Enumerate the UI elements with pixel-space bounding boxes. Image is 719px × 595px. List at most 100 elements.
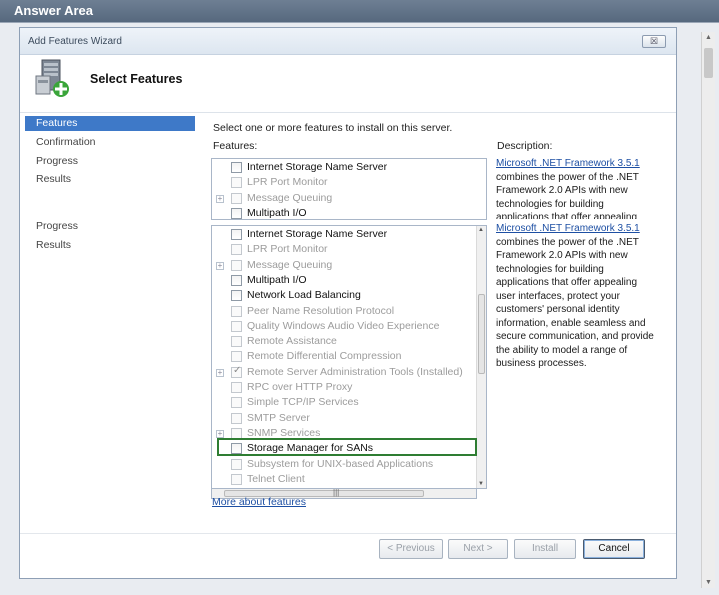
answer-area-title: Answer Area xyxy=(0,0,719,22)
features-list-preview[interactable]: Multipath I/O + Message Queuing LPR Port Mo… xyxy=(211,158,487,220)
feature-label: Remote Differential Compression xyxy=(247,350,402,363)
page-scroll-up-icon[interactable]: ▲ xyxy=(705,34,712,41)
feature-row[interactable]: Remote Differential Compression xyxy=(212,350,480,365)
feature-row[interactable]: Peer Name Resolution Protocol xyxy=(212,305,480,320)
feature-label: Simple TCP/IP Services xyxy=(247,396,359,409)
expand-icon[interactable]: + xyxy=(216,368,224,377)
feature-checkbox xyxy=(231,473,242,485)
feature-label: Multipath I/O xyxy=(247,273,307,286)
feature-label: Remote Assistance xyxy=(247,335,337,348)
description-preview: Microsoft .NET Framework 3.5.1 combines … xyxy=(496,157,654,219)
feature-checkbox[interactable] xyxy=(231,290,242,302)
wizard-titlebar: Add Features Wizard ☒ xyxy=(20,28,676,55)
feature-label: RPC over HTTP Proxy xyxy=(247,381,353,393)
feature-row[interactable]: Quality Windows Audio Video Experience xyxy=(212,320,480,335)
nav-item-results-2[interactable]: Results xyxy=(25,238,195,253)
close-button[interactable]: ☒ xyxy=(642,35,666,48)
window-title: Add Features Wizard xyxy=(28,36,122,47)
feature-row[interactable]: SMTP Server xyxy=(212,412,480,427)
feature-row[interactable]: Internet Storage Name Server xyxy=(212,161,480,176)
header-divider xyxy=(20,112,676,113)
footer-divider xyxy=(20,533,676,534)
feature-label: Network Load Balancing xyxy=(247,289,361,302)
feature-row[interactable]: Telnet Client xyxy=(212,473,480,488)
selected-feature-highlight xyxy=(217,438,477,456)
feature-checkbox xyxy=(231,192,242,204)
feature-label: Quality Windows Audio Video Experience xyxy=(247,319,440,332)
feature-row[interactable]: Subsystem for UNIX-based Applications xyxy=(212,458,480,473)
expand-icon[interactable]: + xyxy=(216,194,224,203)
nav-item-confirmation[interactable]: Confirmation xyxy=(25,135,195,150)
description-link[interactable]: Microsoft .NET Framework 3.5.1 xyxy=(496,223,640,234)
feature-label: Telnet Client xyxy=(247,472,305,485)
more-about-features-link[interactable]: More about features xyxy=(212,496,306,508)
feature-row[interactable]: + Message Queuing xyxy=(212,192,480,207)
features-vertical-scrollbar[interactable]: ▲ ▼ xyxy=(476,226,486,488)
vertical-scroll-thumb[interactable] xyxy=(478,294,485,374)
description-link[interactable]: Microsoft .NET Framework 3.5.1 xyxy=(496,158,640,169)
feature-label: Internet Storage Name Server xyxy=(247,161,388,173)
feature-checkbox xyxy=(231,259,242,271)
feature-checkbox xyxy=(231,351,242,363)
nav-item-results[interactable]: Results xyxy=(25,172,195,187)
feature-checkbox[interactable] xyxy=(231,162,242,173)
feature-checkbox xyxy=(231,458,242,470)
description-panel: Microsoft .NET Framework 3.5.1 combines … xyxy=(496,222,654,372)
feature-checkbox xyxy=(231,365,242,378)
feature-label: Subsystem for UNIX-based Applications xyxy=(247,457,434,470)
feature-checkbox xyxy=(231,305,242,317)
feature-row[interactable]: LPR Port Monitor xyxy=(212,176,480,191)
nav-item-progress-2[interactable]: Progress xyxy=(25,219,195,234)
page-scroll-thumb[interactable] xyxy=(704,48,713,78)
feature-label: LPR Port Monitor xyxy=(247,176,328,189)
feature-checkbox xyxy=(231,320,242,332)
feature-row[interactable]: Internet Storage Name Server xyxy=(212,228,480,243)
feature-label: LPR Port Monitor xyxy=(247,243,328,256)
wizard-header: Select Features xyxy=(20,55,676,112)
nav-item-features[interactable]: Features xyxy=(25,116,195,131)
feature-label: Message Queuing xyxy=(247,191,333,204)
wizard-steps-nav: Features Confirmation Progress Results P… xyxy=(25,114,195,514)
feature-row[interactable]: LPR Port Monitor xyxy=(212,243,480,258)
feature-label: Peer Name Resolution Protocol xyxy=(247,304,395,317)
feature-checkbox[interactable] xyxy=(231,274,242,286)
feature-label: Internet Storage Name Server xyxy=(247,228,388,240)
scroll-up-arrow-icon[interactable]: ▲ xyxy=(478,227,484,233)
feature-row[interactable]: Network Load Balancing xyxy=(212,289,480,304)
scroll-down-arrow-icon[interactable]: ▼ xyxy=(478,481,484,487)
feature-label: Message Queuing xyxy=(247,258,333,271)
page-vertical-scrollbar[interactable]: ▲ ▼ xyxy=(701,32,715,588)
nav-item-progress[interactable]: Progress xyxy=(25,154,195,169)
feature-checkbox[interactable] xyxy=(231,207,242,219)
feature-label: SMTP Server xyxy=(247,411,310,424)
feature-row[interactable]: Remote Assistance xyxy=(212,335,480,350)
feature-row[interactable]: + Message Queuing xyxy=(212,259,480,274)
next-button[interactable]: Next > xyxy=(448,539,508,559)
previous-button[interactable]: < Previous xyxy=(379,539,443,559)
feature-label: Remote Server Administration Tools (Inst… xyxy=(247,365,463,378)
description-text: combines the power of the .NET Framework… xyxy=(496,236,654,370)
expand-icon[interactable]: + xyxy=(216,261,224,270)
feature-label: Multipath I/O xyxy=(247,206,307,219)
feature-row[interactable]: RPC over HTTP Proxy xyxy=(212,381,480,396)
feature-row[interactable]: + Remote Server Administration Tools (Ins… xyxy=(212,365,480,381)
add-features-wizard-window: Add Features Wizard ☒ Select Features Fe… xyxy=(19,27,677,579)
feature-checkbox xyxy=(231,244,242,256)
feature-row[interactable]: Simple TCP/IP Services xyxy=(212,396,480,411)
feature-checkbox[interactable] xyxy=(231,229,242,240)
feature-row[interactable]: Multipath I/O xyxy=(212,206,480,219)
page-scroll-down-icon[interactable]: ▼ xyxy=(705,579,712,586)
description-text: combines the power of the .NET Framework… xyxy=(496,171,639,220)
server-features-icon xyxy=(35,59,69,97)
feature-checkbox xyxy=(231,177,242,189)
feature-checkbox xyxy=(231,412,242,424)
cancel-button[interactable]: Cancel xyxy=(583,539,645,559)
expand-icon[interactable]: + xyxy=(216,429,224,438)
instructions-text: Select one or more features to install o… xyxy=(213,122,453,134)
feature-row[interactable]: Multipath I/O xyxy=(212,274,480,289)
feature-checkbox xyxy=(231,336,242,348)
page-title: Select Features xyxy=(90,72,183,86)
scroll-grip-icon: ||| xyxy=(333,488,340,497)
install-button[interactable]: Install xyxy=(514,539,576,559)
description-label: Description: xyxy=(497,140,553,152)
